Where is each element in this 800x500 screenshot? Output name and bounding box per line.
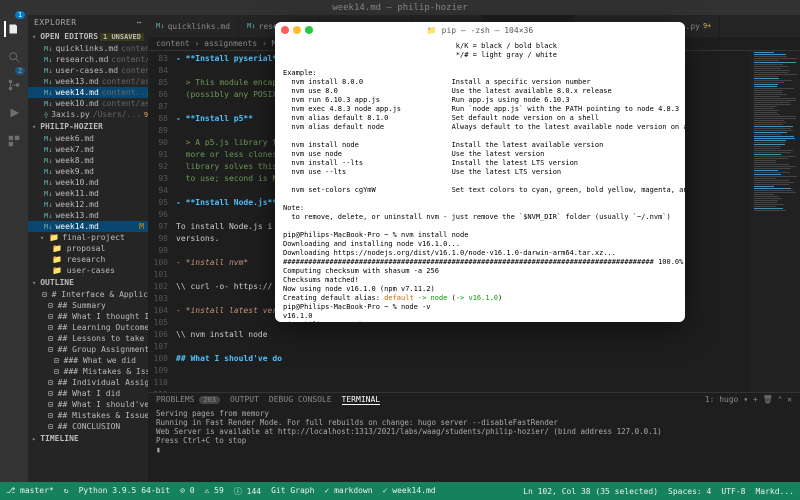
- panel-tab[interactable]: PROBLEMS 203: [156, 395, 220, 405]
- file-item[interactable]: M↓ week10.md: [28, 177, 148, 188]
- file-item[interactable]: M↓ week6.md: [28, 133, 148, 144]
- terminal-title: 📁 pip — -zsh — 104×36: [427, 26, 533, 35]
- status-item[interactable]: ⓘ 144: [234, 486, 261, 497]
- outline-item[interactable]: ⊟ # Interface & Application...: [28, 289, 148, 300]
- terminal-output[interactable]: Serving pages from memory Running in Fas…: [148, 407, 800, 482]
- outline-item[interactable]: ⊟ ## What I should've do...: [28, 399, 148, 410]
- sidebar: EXPLORER ⋯ OPEN EDITORS 1 UNSAVED M↓ quic…: [28, 15, 148, 482]
- open-editor-item[interactable]: M↓ week13.md content/as...: [28, 76, 148, 87]
- folder-item[interactable]: 📁 research: [28, 254, 148, 265]
- badge: 2: [15, 67, 25, 75]
- status-item[interactable]: Git Graph: [271, 486, 314, 497]
- open-editor-item[interactable]: M↓ user-cases.md content...: [28, 65, 148, 76]
- open-editors-section[interactable]: OPEN EDITORS 1 UNSAVED: [28, 30, 148, 43]
- extensions-icon[interactable]: [6, 133, 22, 149]
- open-editor-item[interactable]: M↓ week14.md content... MM: [28, 87, 148, 98]
- project-section[interactable]: PHILIP-HOZIER: [28, 120, 148, 133]
- explorer-title: EXPLORER: [34, 18, 77, 27]
- close-icon[interactable]: [281, 26, 289, 34]
- line-gutter: 8384858687888990919293949596979899100101…: [148, 51, 172, 392]
- explorer-icon[interactable]: 1: [4, 21, 20, 37]
- status-item[interactable]: Markd...: [755, 487, 794, 496]
- status-item[interactable]: ✓ markdown: [324, 486, 372, 497]
- status-item[interactable]: ✓ week14.md: [383, 486, 436, 497]
- panel-tab[interactable]: DEBUG CONSOLE: [269, 395, 332, 405]
- timeline-section[interactable]: TIMELINE: [28, 432, 148, 445]
- outline-item[interactable]: ⊟ ## Group Assignment: [28, 344, 148, 355]
- status-item[interactable]: ⎇ master*: [6, 486, 54, 497]
- status-item[interactable]: Ln 102, Col 38 (35 selected): [523, 487, 658, 496]
- outline-section[interactable]: OUTLINE: [28, 276, 148, 289]
- terminal-body[interactable]: k/K = black / bold black */# = light gra…: [275, 38, 685, 322]
- activity-bar: 1 2: [0, 15, 28, 482]
- outline-item[interactable]: ⊟ ### Mistakes & Issues: [28, 366, 148, 377]
- folder-item[interactable]: 📁 proposal: [28, 243, 148, 254]
- panel-tab[interactable]: TERMINAL: [342, 395, 381, 405]
- terminal-titlebar[interactable]: 📁 pip — -zsh — 104×36: [275, 22, 685, 38]
- outline-item[interactable]: ⊟ ## Learning Outcomes: [28, 322, 148, 333]
- file-item[interactable]: M↓ week11.md: [28, 188, 148, 199]
- status-item[interactable]: Python 3.9.5 64-bit: [79, 486, 171, 497]
- file-item[interactable]: M↓ week13.md: [28, 210, 148, 221]
- folder-item[interactable]: 📁 user-cases: [28, 265, 148, 276]
- status-item[interactable]: Spaces: 4: [668, 487, 711, 496]
- minimize-icon[interactable]: [293, 26, 301, 34]
- panel-dropdown[interactable]: 1: hugo ▾ + 🗑 ⌃ ✕: [705, 395, 792, 405]
- bottom-panel: PROBLEMS 203 OUTPUT DEBUG CONSOLE TERMINAL 1…: [148, 392, 800, 482]
- file-item[interactable]: M↓ week9.md: [28, 166, 148, 177]
- outline-item[interactable]: ⊟ ## What I thought I kne...: [28, 311, 148, 322]
- outline-item[interactable]: ⊟ ## Mistakes & Issues: [28, 410, 148, 421]
- outline-item[interactable]: ⊟ ## What I did: [28, 388, 148, 399]
- open-editor-item[interactable]: ⟠ 3axis.py /Users/...9+: [28, 109, 148, 120]
- file-item[interactable]: M↓ week8.md: [28, 155, 148, 166]
- panel-tab[interactable]: OUTPUT: [230, 395, 259, 405]
- panel-tabs: PROBLEMS 203 OUTPUT DEBUG CONSOLE TERMINAL 1…: [148, 393, 800, 407]
- outline-item[interactable]: ⊟ ## Lessons to take away: [28, 333, 148, 344]
- debug-icon[interactable]: [6, 105, 22, 121]
- outline-item[interactable]: ⊟ ## Individual Assignment: [28, 377, 148, 388]
- search-icon[interactable]: [6, 49, 22, 65]
- outline-item[interactable]: ⊟ ## CONCLUSION: [28, 421, 148, 432]
- outline-item[interactable]: ⊟ ### What we did: [28, 355, 148, 366]
- terminal-window[interactable]: 📁 pip — -zsh — 104×36 k/K = black / bold…: [275, 22, 685, 322]
- folder[interactable]: 📁 final-project: [28, 232, 148, 243]
- status-bar: ⎇ master* ↻ Python 3.9.5 64-bit ⊘ 0 ⚠ 59 ⓘ 14…: [0, 482, 800, 500]
- status-item[interactable]: ⊘ 0: [180, 486, 194, 497]
- zoom-icon[interactable]: [305, 26, 313, 34]
- unsaved-badge: 1 UNSAVED: [100, 33, 144, 41]
- file-item[interactable]: M↓ week14.mdM: [28, 221, 148, 232]
- window-titlebar: week14.md — philip-hozier: [0, 0, 800, 15]
- status-item[interactable]: ⚠ 59: [205, 486, 224, 497]
- status-item[interactable]: ↻: [64, 486, 69, 497]
- outline-item[interactable]: ⊟ ## Summary: [28, 300, 148, 311]
- minimap[interactable]: [750, 51, 800, 392]
- open-editor-item[interactable]: M↓ quicklinks.md content/ta...: [28, 43, 148, 54]
- badge: 1: [15, 11, 25, 19]
- file-item[interactable]: M↓ week7.md: [28, 144, 148, 155]
- open-editor-item[interactable]: M↓ week10.md content/as...: [28, 98, 148, 109]
- editor-tab[interactable]: M↓ quicklinks.md: [148, 15, 239, 37]
- status-item[interactable]: UTF-8: [721, 487, 745, 496]
- scm-icon[interactable]: 2: [6, 77, 22, 93]
- open-editor-item[interactable]: M↓ research.md content/fi...: [28, 54, 148, 65]
- file-item[interactable]: M↓ week12.md: [28, 199, 148, 210]
- more-icon[interactable]: ⋯: [137, 18, 142, 27]
